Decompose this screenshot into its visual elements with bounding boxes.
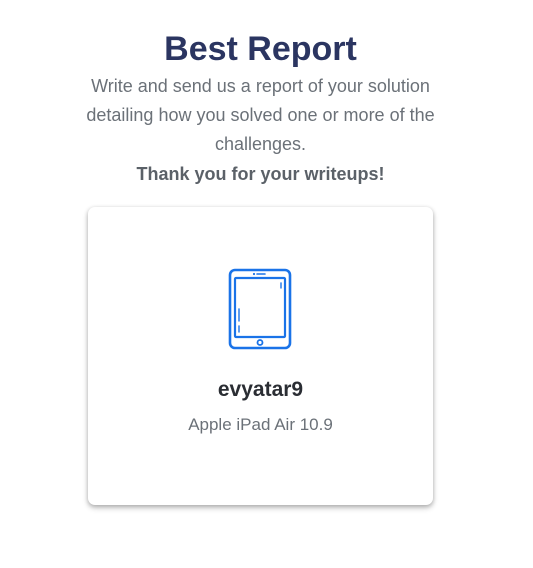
prize-name: Apple iPad Air 10.9 <box>188 415 333 434</box>
tablet-icon <box>228 268 292 350</box>
winner-name: evyatar9 <box>217 378 304 401</box>
thanks-message: Thank you for your writeups! <box>136 164 385 184</box>
page-title: Best Report <box>164 30 357 68</box>
winner-card: evyatar9 Apple iPad Air 10.9 <box>88 207 433 505</box>
report-description: Write and send us a report of your solut… <box>86 76 435 154</box>
